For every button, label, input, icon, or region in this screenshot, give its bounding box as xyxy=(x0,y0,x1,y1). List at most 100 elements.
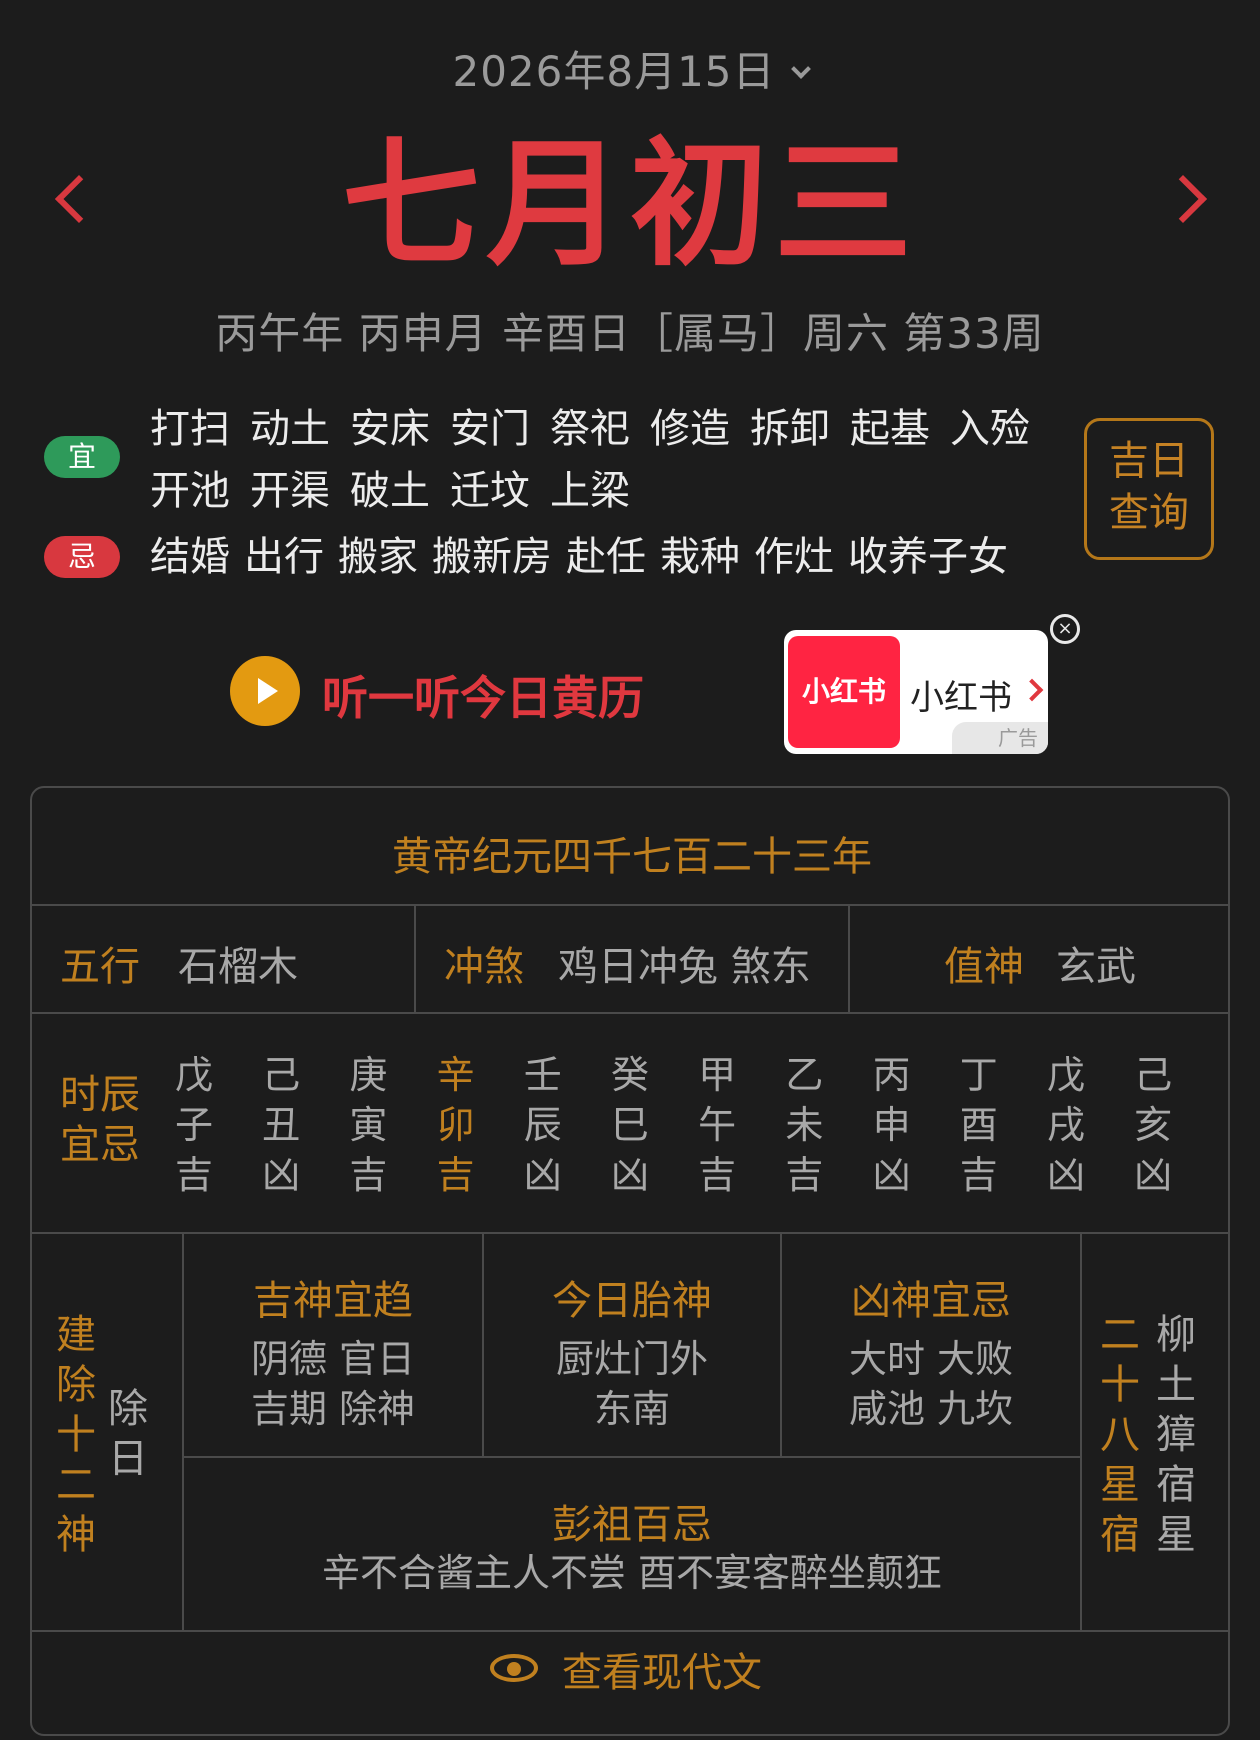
hour-luck: 凶 xyxy=(1134,1153,1173,1197)
xiaohongshu-logo: 小红书 xyxy=(788,636,900,748)
view-modern-text-link[interactable]: 查看现代文 xyxy=(562,1640,762,1698)
hour-luck: 吉 xyxy=(698,1153,737,1197)
yi-item: 祭祀 xyxy=(550,406,630,452)
hour-stem: 甲 xyxy=(698,1053,737,1097)
ji-list: 结婚 出行 搬家 搬新房 赴任 栽种 作灶 收养子女 xyxy=(150,526,1060,588)
xiongshen-line: 大时 大败 xyxy=(848,1337,1014,1381)
jianchu-value-char: 日 xyxy=(108,1436,148,1482)
jianchu-value: 除 日 xyxy=(104,1384,152,1484)
play-icon[interactable] xyxy=(230,656,300,726)
zhishen-value: 玄武 xyxy=(1056,944,1136,990)
hour-stem: 丙 xyxy=(872,1053,911,1097)
jianchu-char: 除 xyxy=(56,1362,96,1408)
hour-column: 丁酉吉 xyxy=(949,1050,1009,1200)
hour-column: 辛卯吉 xyxy=(426,1050,486,1200)
yi-list: 打扫 动土 安床 安门 祭祀 修造 拆卸 起基 入殓 开池 开渠 破土 迁坟 上梁 xyxy=(150,398,1060,522)
pengzu-text: 辛不合酱主人不尝 酉不宴客醉坐颠狂 xyxy=(321,1551,943,1595)
hour-stem: 辛 xyxy=(436,1053,475,1097)
divider xyxy=(32,1012,1228,1014)
divider xyxy=(1080,1232,1082,1632)
xingxiu-value-char: 星 xyxy=(1156,1512,1196,1558)
xingxiu-char: 八 xyxy=(1100,1412,1140,1458)
yi-item: 开渠 xyxy=(250,468,330,514)
hour-stem: 丁 xyxy=(959,1053,998,1097)
taishen-line: 厨灶门外 xyxy=(555,1337,708,1381)
yi-item: 安门 xyxy=(450,406,530,452)
hour-stem: 戊 xyxy=(1046,1053,1085,1097)
yi-item: 打扫 xyxy=(150,406,230,452)
button-label-line2: 查询 xyxy=(1109,490,1189,536)
jianchu-label: 建 除 十 二 神 xyxy=(52,1310,100,1560)
yi-item: 上梁 xyxy=(550,468,630,514)
hour-luck: 吉 xyxy=(174,1153,213,1197)
hour-stem: 乙 xyxy=(785,1053,824,1097)
ganzhi-line: 丙午年 丙申月 辛酉日［属马］周六 第33周 xyxy=(215,309,1045,358)
listen-almanac-link[interactable]: 听一听今日黄历 xyxy=(322,662,644,728)
xingxiu-char: 星 xyxy=(1100,1462,1140,1508)
chongsha-label: 冲煞 xyxy=(444,944,524,990)
yi-item: 动土 xyxy=(250,406,330,452)
jianchu-char: 二 xyxy=(56,1462,96,1508)
ad-banner[interactable]: 小红书 小红书 广告 xyxy=(784,630,1048,754)
hour-stem: 壬 xyxy=(523,1053,562,1097)
hour-column: 己亥凶 xyxy=(1123,1050,1183,1200)
lunar-date-title: 七月初三 xyxy=(341,122,918,285)
yi-item: 入殓 xyxy=(950,406,1030,452)
hours-label-line2: 宜忌 xyxy=(60,1122,140,1168)
jianchu-char: 建 xyxy=(56,1312,96,1358)
jianchu-char: 神 xyxy=(56,1512,96,1558)
ji-item: 收养子女 xyxy=(848,534,1008,580)
yi-item: 迁坟 xyxy=(450,468,530,514)
taishen-line: 东南 xyxy=(593,1387,670,1431)
yi-badge: 宜 xyxy=(44,436,120,478)
jianchu-char: 十 xyxy=(56,1412,96,1458)
hour-column: 戊戌凶 xyxy=(1036,1050,1096,1200)
ad-title: 小红书 xyxy=(910,678,1012,718)
yi-item: 开池 xyxy=(150,468,230,514)
auspicious-day-query-button[interactable]: 吉日 查询 xyxy=(1084,418,1214,560)
button-label-line1: 吉日 xyxy=(1109,438,1189,484)
yi-item: 起基 xyxy=(850,406,930,452)
hour-branch: 酉 xyxy=(959,1103,998,1147)
divider xyxy=(32,1232,1228,1234)
divider xyxy=(32,1630,1228,1632)
divider xyxy=(182,1456,1080,1458)
hour-stem: 庚 xyxy=(349,1053,388,1097)
xingxiu-value-char: 柳 xyxy=(1156,1312,1196,1358)
close-icon[interactable]: × xyxy=(1050,614,1080,644)
xiongshen-title: 凶神宜忌 xyxy=(851,1278,1011,1324)
hour-column: 庚寅吉 xyxy=(338,1050,398,1200)
yi-item: 拆卸 xyxy=(750,406,830,452)
ji-item: 搬家 xyxy=(338,534,418,580)
hour-column: 乙未吉 xyxy=(774,1050,834,1200)
zhishen-label: 值神 xyxy=(944,944,1024,990)
date-text: 2026年8月15日 xyxy=(452,47,776,96)
almanac-detail-panel: 黄帝纪元四千七百二十三年 五行 石榴木 冲煞 鸡日冲兔 煞东 值神 玄武 时辰 … xyxy=(30,786,1230,1736)
yi-item: 破土 xyxy=(350,468,430,514)
hour-branch: 辰 xyxy=(523,1103,562,1147)
hour-branch: 申 xyxy=(872,1103,911,1147)
hour-branch: 戌 xyxy=(1046,1103,1085,1147)
yi-item: 修造 xyxy=(650,406,730,452)
hour-branch: 子 xyxy=(174,1103,213,1147)
hour-luck: 凶 xyxy=(262,1153,301,1197)
chevron-down-icon xyxy=(790,59,811,79)
hour-column: 甲午吉 xyxy=(687,1050,747,1200)
xiongshen-line: 咸池 九坎 xyxy=(848,1387,1014,1431)
xingxiu-char: 二 xyxy=(1100,1312,1140,1358)
chevron-right-icon xyxy=(1020,678,1044,702)
ad-badge: 广告 xyxy=(952,722,1048,754)
wuxing-label: 五行 xyxy=(60,944,140,990)
xingxiu-label: 二 十 八 星 宿 xyxy=(1096,1310,1144,1560)
divider xyxy=(414,904,416,1012)
hour-branch: 未 xyxy=(785,1103,824,1147)
eye-icon[interactable] xyxy=(490,1654,538,1682)
divider xyxy=(848,904,850,1012)
hour-stem: 戊 xyxy=(174,1053,213,1097)
xingxiu-value-char: 獐 xyxy=(1156,1412,1196,1458)
jishen-line: 阴德 官日 xyxy=(250,1337,416,1381)
ji-item: 赴任 xyxy=(566,534,646,580)
ji-item: 出行 xyxy=(244,534,324,580)
date-picker[interactable]: 2026年8月15日 xyxy=(0,38,1260,99)
ji-item: 搬新房 xyxy=(432,534,552,580)
